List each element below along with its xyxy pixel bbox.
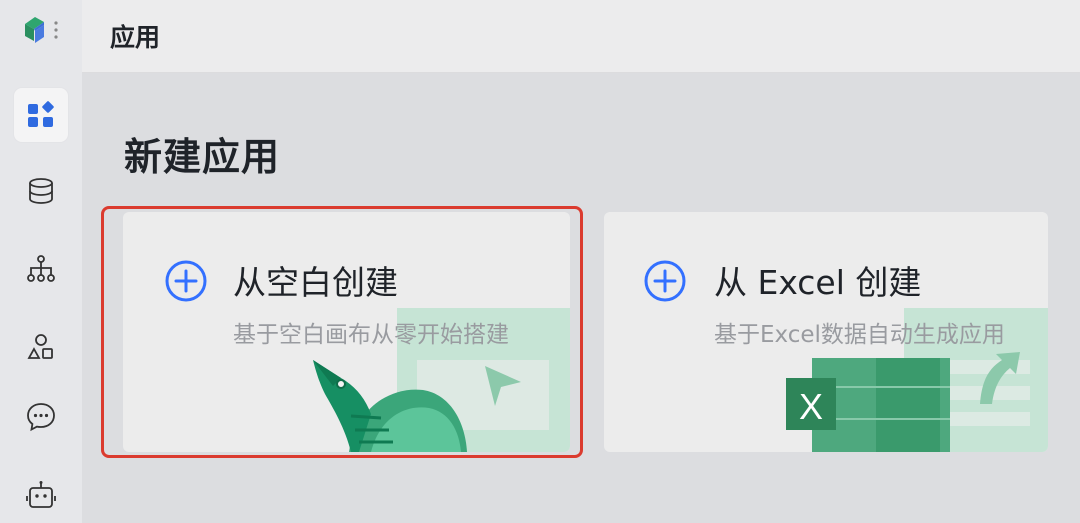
chat-bubble-icon <box>27 403 55 432</box>
card-description: 基于Excel数据自动生成应用 <box>714 322 1005 348</box>
excel-letter: X <box>799 386 823 427</box>
sidebar-item-chat[interactable] <box>14 390 68 444</box>
create-blank-card[interactable]: 从空白创建 基于空白画布从零开始搭建 <box>123 212 570 452</box>
page-title: 应用 <box>110 23 161 52</box>
sidebar-item-database[interactable] <box>14 164 68 218</box>
sidebar-item-workflow[interactable] <box>14 242 68 296</box>
sidebar-item-components[interactable] <box>14 320 68 374</box>
app-logo-icon[interactable] <box>22 14 60 46</box>
sidebar <box>0 0 82 523</box>
robot-icon <box>26 481 56 508</box>
turtle-illustration <box>313 360 467 452</box>
shapes-icon <box>27 334 53 359</box>
top-bar: 应用 <box>82 0 1080 73</box>
card-title: 从空白创建 <box>233 263 398 302</box>
card-description: 基于空白画布从零开始搭建 <box>233 322 509 348</box>
apps-grid-icon <box>28 101 54 127</box>
database-icon <box>29 178 53 204</box>
sidebar-item-apps[interactable] <box>14 88 68 142</box>
sidebar-item-bot[interactable] <box>14 468 68 522</box>
card-title: 从 Excel 创建 <box>714 263 922 302</box>
create-from-excel-card[interactable]: X 从 Excel 创建 基于Excel数据自动生成应用 <box>604 212 1048 452</box>
add-circle-icon <box>644 260 686 302</box>
section-title: 新建应用 <box>124 135 281 179</box>
workflow-icon <box>27 255 55 282</box>
add-circle-icon <box>165 260 207 302</box>
